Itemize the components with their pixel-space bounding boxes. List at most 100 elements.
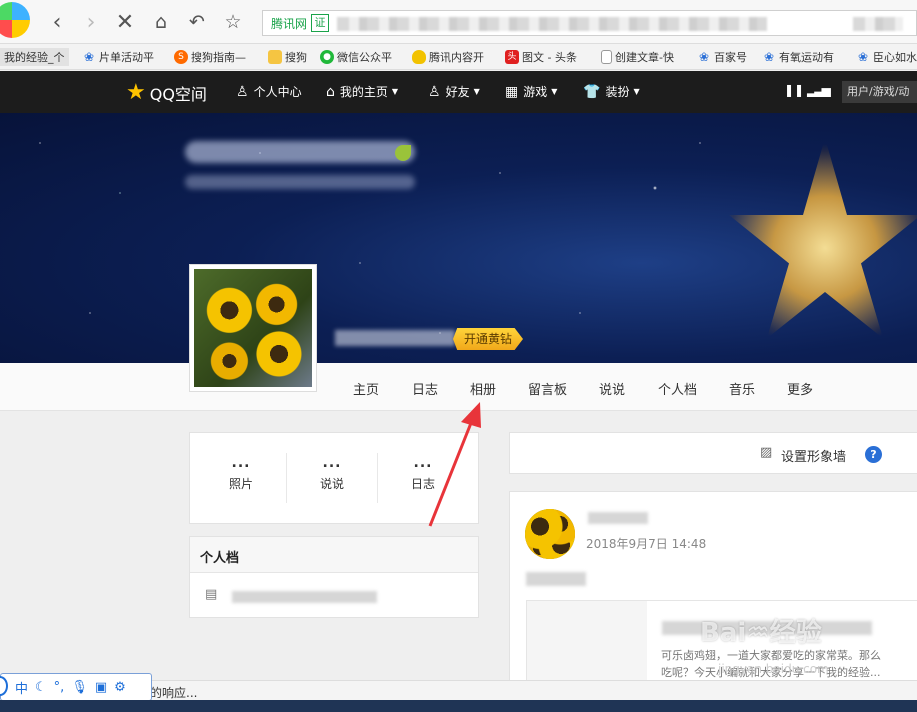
profile-card-title: 个人档 xyxy=(200,551,240,566)
tab-profile[interactable]: 个人档 xyxy=(658,379,697,398)
bookmark-item[interactable]: 创建文章-快 xyxy=(601,48,674,66)
tab-album[interactable]: 相册 xyxy=(470,379,496,398)
post-text-redacted xyxy=(526,572,586,586)
tab-more[interactable]: 更多 xyxy=(787,379,813,398)
qzone-search-input[interactable]: 用户/游戏/动 xyxy=(842,81,917,103)
pause-icon[interactable]: ❚❚ xyxy=(784,83,804,97)
address-bar[interactable]: 腾讯网 证 xyxy=(262,10,917,36)
profile-card-header: 个人档 xyxy=(190,537,478,573)
post-timestamp: 2018年9月7日 14:48 xyxy=(586,537,707,551)
url-redacted xyxy=(337,17,767,31)
status-text: 的响应... xyxy=(150,686,198,700)
penguin-icon xyxy=(412,50,426,64)
open-yellow-diamond-button[interactable]: 开通黄钻 xyxy=(453,328,523,350)
home-icon: ⌂ xyxy=(326,83,335,100)
forward-icon[interactable]: › xyxy=(78,8,104,36)
tab-music[interactable]: 音乐 xyxy=(729,379,755,398)
favorite-star-icon[interactable]: ☆ xyxy=(220,8,246,36)
person-icon: ♙ xyxy=(236,83,249,100)
punctuation-icon[interactable]: °, xyxy=(54,680,65,695)
browser-toolbar: ‹ › ✕ ⌂ ↶ ☆ 腾讯网 证 xyxy=(0,0,917,44)
cert-badge[interactable]: 证 xyxy=(311,14,329,32)
bookmark-item[interactable]: ● 微信公众平 xyxy=(320,48,392,66)
avatar-image xyxy=(194,269,312,387)
friends-icon: ♙ xyxy=(428,83,441,100)
shirt-icon: 👕 xyxy=(583,83,601,100)
home-icon[interactable]: ⌂ xyxy=(148,8,174,36)
signal-icon[interactable]: ▂▃▅ xyxy=(807,83,831,97)
help-icon[interactable]: ? xyxy=(865,446,882,463)
back-icon[interactable]: ‹ xyxy=(44,8,70,36)
taskbar xyxy=(0,700,917,712)
article-thumbnail xyxy=(527,601,647,691)
bookmark-item[interactable]: 头图文 - 头条 xyxy=(505,48,577,66)
grid-icon: ▦ xyxy=(505,83,519,100)
toutiao-icon: 头 xyxy=(505,50,519,64)
nav-my-homepage[interactable]: ⌂ 我的主页 ▼ xyxy=(326,83,398,100)
bookmarks-bar: 我的经验_个 ❀ 片单活动平 S 搜狗指南— 搜狗 ● 微信公众平 腾讯内容开 头图文… xyxy=(0,44,917,70)
wechat-icon: ● xyxy=(320,50,334,64)
stop-icon[interactable]: ✕ xyxy=(112,8,138,36)
ime-mode-label[interactable]: 中 xyxy=(15,678,28,697)
bookmark-item[interactable]: ❀ 片单活动平 xyxy=(82,48,154,66)
stat-shuoshuo[interactable]: ... 说说 xyxy=(287,455,377,492)
qzone-top-nav: ★ QQ空间 ♙ 个人中心 ⌂ 我的主页 ▼ ♙ 好友 ▼ ▦ 游戏 ▼ 👕 装扮 ▼ ❚❚ ▂▃… xyxy=(0,71,917,113)
bookmark-item[interactable]: S 搜狗指南— xyxy=(174,48,246,66)
post-author-redacted xyxy=(588,512,648,524)
site-label: 腾讯网 xyxy=(271,17,308,31)
bookmark-item[interactable]: 搜狗 xyxy=(268,48,307,66)
space-url-redacted xyxy=(185,175,415,189)
profile-info-redacted xyxy=(232,591,377,603)
tab-shuoshuo[interactable]: 说说 xyxy=(599,379,625,398)
browser-logo-icon xyxy=(0,2,30,38)
paw-icon: ❀ xyxy=(763,50,775,64)
post-avatar-image xyxy=(525,509,575,559)
bookmark-item[interactable]: ❀ 臣心如水 xyxy=(856,48,917,66)
nav-personal-center[interactable]: ♙ 个人中心 xyxy=(236,83,302,100)
nav-games[interactable]: ▦ 游戏 ▼ xyxy=(505,83,557,100)
bookmark-item[interactable]: 腾讯内容开 xyxy=(412,48,484,66)
set-image-wall-link[interactable]: 设置形象墙 xyxy=(781,446,846,465)
tab-blog[interactable]: 日志 xyxy=(412,379,438,398)
picture-icon: ▨ xyxy=(760,445,773,460)
page-icon xyxy=(601,50,612,64)
paw-icon: ❀ xyxy=(857,50,869,64)
stat-photos[interactable]: ... 照片 xyxy=(196,455,286,492)
image-wall-bar: ▨ 设置形象墙 ? xyxy=(509,432,917,474)
qzone-brand[interactable]: ★ QQ空间 xyxy=(126,80,207,105)
keyboard-icon[interactable]: ▣ xyxy=(95,680,107,695)
caret-down-icon: ▼ xyxy=(551,87,558,96)
profile-banner: 开通黄钻 xyxy=(0,113,917,363)
tab-home[interactable]: 主页 xyxy=(353,379,379,398)
moon-icon[interactable]: ☾ xyxy=(35,680,47,695)
folder-icon xyxy=(268,50,282,64)
feed-post: 2018年9月7日 14:48 可乐卤鸡翅，一道大家都爱吃的家常菜。那么 吃呢？… xyxy=(509,491,917,692)
bookmark-item[interactable]: ❀ 百家号 xyxy=(697,48,747,66)
profile-card: 个人档 ▤ xyxy=(189,536,479,618)
bookmark-item[interactable]: 我的经验_个 xyxy=(0,48,69,66)
undo-icon[interactable]: ↶ xyxy=(184,8,210,36)
sogou-icon: S xyxy=(174,50,188,64)
tab-message-board[interactable]: 留言板 xyxy=(528,379,567,398)
bookmark-item[interactable]: ❀ 有氧运动有 xyxy=(762,48,834,66)
nav-decorate[interactable]: 👕 装扮 ▼ xyxy=(583,83,640,100)
nav-friends[interactable]: ♙ 好友 ▼ xyxy=(428,83,480,100)
user-name-redacted xyxy=(335,330,455,346)
annotation-arrow xyxy=(428,402,481,527)
list-icon: ▤ xyxy=(205,587,218,602)
qzone-star-icon: ★ xyxy=(126,80,146,105)
leaf-icon[interactable] xyxy=(395,145,411,161)
caret-down-icon: ▼ xyxy=(633,87,640,96)
microphone-icon[interactable]: 🎙 xyxy=(71,680,88,695)
url-redacted-2 xyxy=(853,17,903,31)
watermark-url: jingyan.baidu.com xyxy=(718,662,829,676)
paw-icon: ❀ xyxy=(83,50,95,64)
gear-icon[interactable]: ⚙ xyxy=(114,680,126,695)
caret-down-icon: ▼ xyxy=(473,87,480,96)
ime-toolbar[interactable]: 中 ☾ °, 🎙 ▣ ⚙ xyxy=(0,673,152,701)
avatar[interactable] xyxy=(189,264,317,392)
post-avatar[interactable] xyxy=(525,509,575,559)
paw-icon: ❀ xyxy=(698,50,710,64)
watermark-logo: Bai♒经验 xyxy=(700,618,822,648)
caret-down-icon: ▼ xyxy=(391,87,399,96)
